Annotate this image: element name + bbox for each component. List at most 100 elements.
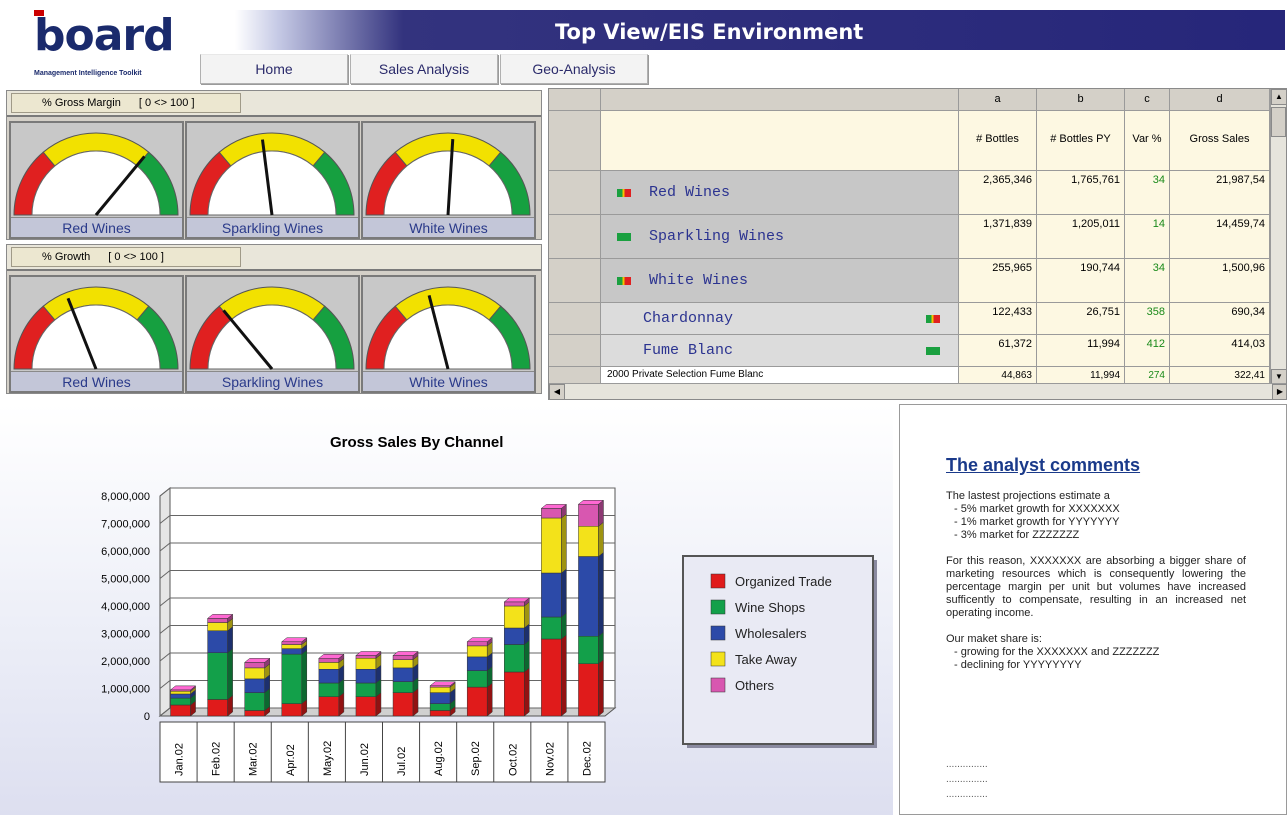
bar-segment[interactable] — [429, 692, 451, 704]
bar-segment[interactable] — [207, 622, 228, 631]
bar-segment[interactable] — [429, 703, 451, 711]
column-header[interactable]: Var % — [1125, 111, 1170, 171]
cell-bottles: 2,365,346 — [959, 171, 1037, 215]
comments-title: The analyst comments — [946, 455, 1141, 475]
bar-segment[interactable] — [578, 636, 599, 664]
bar-segment[interactable] — [504, 601, 525, 607]
bar-segment-side — [598, 659, 604, 717]
tab-geo-analysis[interactable]: Geo-Analysis — [500, 54, 648, 84]
table-row[interactable]: White Wines 255,965 190,744 34 1,500,96 — [549, 259, 1270, 303]
legend-label: Organized Trade — [735, 574, 832, 589]
bar-segment[interactable] — [318, 658, 340, 663]
bar-segment[interactable] — [244, 662, 265, 669]
horizontal-scrollbar[interactable]: ◀ ▶ — [549, 383, 1286, 399]
gauge[interactable]: Red Wines — [9, 121, 184, 239]
bar-segment[interactable] — [392, 692, 414, 717]
bar-segment[interactable] — [466, 670, 488, 688]
bar-segment[interactable] — [207, 699, 228, 717]
cell-gross-sales: 414,03 — [1170, 335, 1270, 367]
bar-segment[interactable] — [281, 641, 303, 645]
bar-segment[interactable] — [170, 691, 191, 695]
bar-segment[interactable] — [504, 605, 525, 629]
vertical-scrollbar[interactable]: ▲ ▼ — [1270, 89, 1286, 385]
gauge[interactable]: Red Wines — [9, 275, 184, 393]
gauge-label: Sparkling Wines — [187, 371, 358, 391]
cell-bottles-py: 1,205,011 — [1037, 215, 1125, 259]
table-row[interactable]: Red Wines 2,365,346 1,765,761 34 21,987,… — [549, 171, 1270, 215]
bar-segment[interactable] — [318, 662, 340, 670]
bar-segment[interactable] — [578, 504, 599, 527]
flag-icon — [617, 188, 631, 197]
bar-segment[interactable] — [355, 669, 377, 684]
x-tick-label: Jun.02 — [359, 743, 371, 776]
bar-segment[interactable] — [355, 696, 377, 717]
bar-segment[interactable] — [318, 696, 340, 717]
cell-var: 14 — [1125, 215, 1170, 259]
bar-segment[interactable] — [504, 671, 525, 717]
gauge[interactable]: White Wines — [361, 121, 536, 239]
bar-segment[interactable] — [207, 618, 228, 623]
bar-segment[interactable] — [541, 638, 562, 717]
column-header[interactable]: # Bottles — [959, 111, 1037, 171]
bar-segment[interactable] — [504, 627, 525, 645]
bar-segment[interactable] — [541, 508, 562, 519]
bar-segment[interactable] — [429, 686, 451, 693]
bar-segment[interactable] — [392, 681, 414, 693]
bar-segment[interactable] — [392, 667, 414, 682]
tab-home[interactable]: Home — [200, 54, 348, 84]
tab-sales-analysis[interactable]: Sales Analysis — [350, 54, 498, 84]
bar-segment[interactable] — [244, 710, 265, 717]
table-row[interactable]: Fume Blanc 61,372 11,994 412 414,03 — [549, 335, 1270, 367]
bar-segment[interactable] — [392, 655, 414, 660]
bar-segment[interactable] — [281, 703, 303, 717]
bar-segment[interactable] — [355, 655, 377, 659]
bar-segment[interactable] — [578, 526, 599, 557]
column-header[interactable]: Gross Sales — [1170, 111, 1270, 171]
column-header[interactable]: # Bottles PY — [1037, 111, 1125, 171]
bar-segment[interactable] — [281, 648, 303, 655]
gauge-panel-label: % Gross Margin [ 0 <> 100 ] — [11, 93, 241, 113]
scroll-left-icon[interactable]: ◀ — [549, 384, 565, 399]
gauge[interactable]: Sparkling Wines — [185, 121, 360, 239]
bar-segment[interactable] — [466, 641, 488, 647]
bar-segment[interactable] — [281, 644, 303, 649]
bar-segment[interactable] — [244, 667, 265, 680]
bar-segment-side — [561, 612, 567, 640]
bar-segment[interactable] — [578, 663, 599, 717]
y-tick-label: 7,000,000 — [101, 519, 150, 531]
gauge[interactable]: Sparkling Wines — [185, 275, 360, 393]
scroll-up-icon[interactable]: ▲ — [1271, 89, 1286, 105]
bar-segment[interactable] — [466, 656, 488, 671]
bar-segment-side — [301, 649, 308, 705]
bar-segment[interactable] — [244, 678, 265, 693]
table-row[interactable]: Sparkling Wines 1,371,839 1,205,011 14 1… — [549, 215, 1270, 259]
bar-segment[interactable] — [170, 697, 191, 706]
gauge[interactable]: White Wines — [361, 275, 536, 393]
bar-segment[interactable] — [541, 517, 562, 574]
bar-segment[interactable] — [244, 692, 265, 711]
bar-segment[interactable] — [281, 653, 303, 704]
bar-segment[interactable] — [207, 652, 228, 700]
bar-segment[interactable] — [355, 682, 377, 697]
bar-segment[interactable] — [355, 658, 377, 670]
bar-segment[interactable] — [429, 710, 451, 717]
bar-segment-side — [412, 688, 419, 717]
scroll-right-icon[interactable]: ▶ — [1272, 384, 1286, 399]
bar-segment[interactable] — [392, 659, 414, 669]
bar-segment[interactable] — [541, 616, 562, 640]
x-tick-label: Dec.02 — [581, 741, 593, 776]
bar-segment[interactable] — [504, 644, 525, 673]
bar-segment[interactable] — [318, 669, 340, 684]
bar-segment[interactable] — [170, 693, 191, 699]
bar-segment[interactable] — [466, 686, 488, 717]
scroll-thumb[interactable] — [1271, 107, 1286, 137]
bar-segment[interactable] — [541, 572, 562, 618]
table-row[interactable]: Chardonnay 122,433 26,751 358 690,34 — [549, 303, 1270, 335]
bar-segment[interactable] — [170, 704, 191, 717]
bar-segment[interactable] — [207, 630, 228, 653]
bar-segment[interactable] — [318, 682, 340, 697]
row-name: Chardonnay — [643, 310, 734, 327]
bar-segment[interactable] — [466, 645, 488, 658]
bar-segment[interactable] — [578, 556, 599, 637]
row-name: Fume Blanc — [643, 342, 734, 359]
